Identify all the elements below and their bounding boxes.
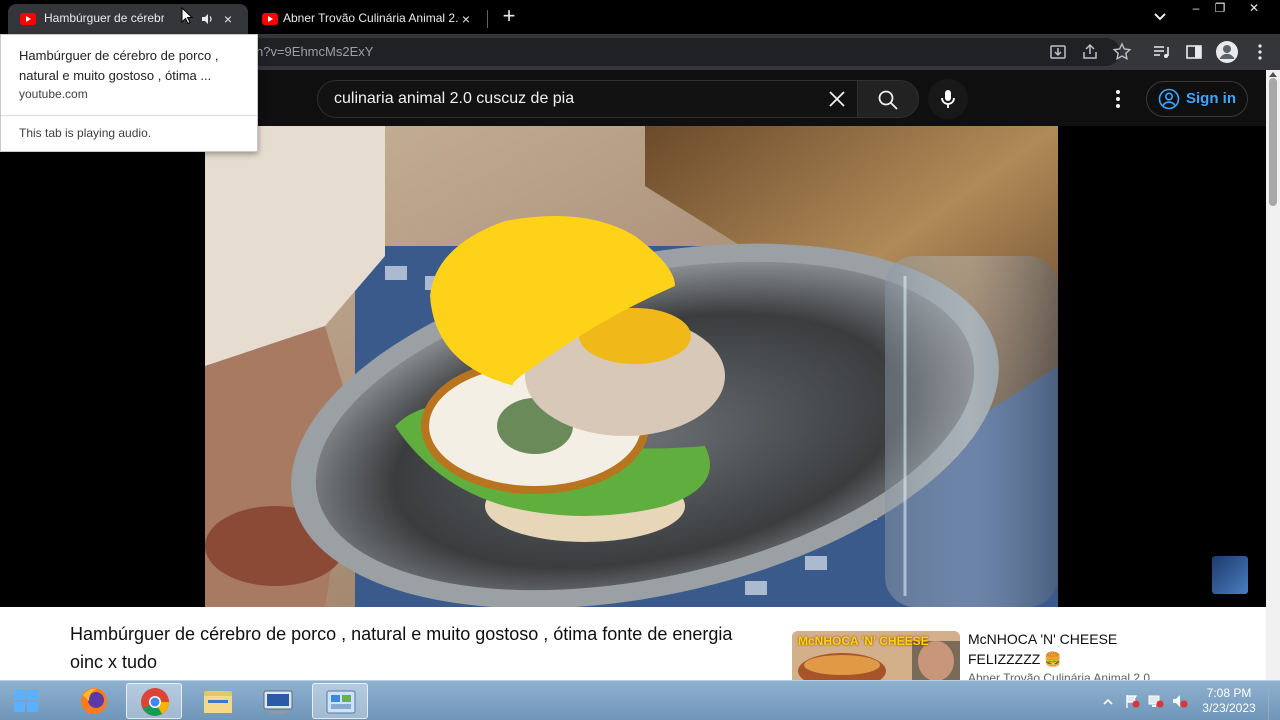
search-input[interactable]: culinaria animal 2.0 cuscuz de pia [317, 80, 857, 118]
network-app-icon[interactable] [250, 683, 306, 719]
mouse-cursor-icon [181, 7, 193, 25]
clear-search-icon[interactable] [825, 87, 849, 111]
search-button[interactable] [857, 80, 919, 118]
new-tab-button[interactable]: + [498, 5, 520, 28]
chevron-down-icon[interactable] [1150, 8, 1170, 26]
start-button-icon[interactable] [6, 685, 46, 717]
profile-avatar-icon[interactable] [1215, 40, 1239, 64]
video-frame-image [205, 126, 1058, 607]
restore-button[interactable]: ❐ [1206, 0, 1234, 18]
search-query-text: culinaria animal 2.0 cuscuz de pia [334, 90, 575, 107]
chrome-menu-icon[interactable] [1250, 42, 1270, 62]
control-panel-icon[interactable] [312, 683, 368, 719]
sign-in-label: Sign in [1186, 90, 1236, 107]
youtube-favicon-icon [262, 13, 278, 25]
search-icon [878, 90, 898, 110]
tab-hover-card: Hambúrguer de cérebro de porco , natural… [0, 34, 258, 152]
clock-time: 7:08 PM [1206, 686, 1252, 700]
close-tab-icon[interactable]: × [220, 11, 236, 27]
install-app-icon[interactable] [1048, 42, 1068, 62]
close-window-button[interactable]: ✕ [1240, 0, 1268, 18]
sign-in-button[interactable]: Sign in [1146, 81, 1248, 117]
video-title: Hambúrguer de cérebro de porco , natural… [70, 624, 733, 672]
scroll-up-arrow-icon[interactable] [1269, 72, 1277, 77]
more-options-icon[interactable] [1106, 87, 1130, 111]
recommended-video-thumbnail[interactable]: McNHOCA 'N' CHEESE [792, 631, 960, 680]
action-center-flag-icon[interactable] [1124, 694, 1140, 708]
watch-metadata: Hambúrguer de cérebro de porco , natural… [0, 607, 1266, 685]
page-scrollbar[interactable] [1266, 70, 1280, 680]
address-bar[interactable]: n?v=9EhmcMs2ExY [200, 38, 1120, 66]
network-status-icon[interactable] [1148, 694, 1164, 708]
bookmark-star-icon[interactable] [1112, 42, 1132, 62]
voice-search-button[interactable] [928, 79, 968, 119]
clock-date: 3/23/2023 [1202, 701, 1256, 715]
microphone-icon [941, 90, 955, 108]
thumbnail-caption: McNHOCA 'N' CHEESE [798, 634, 929, 648]
tab-active[interactable]: Hambúrguer de cérebro de porco , natural… [8, 4, 248, 34]
scrollbar-thumb[interactable] [1269, 78, 1277, 206]
speaker-icon[interactable] [200, 12, 214, 26]
tab-separator [487, 10, 488, 28]
volume-muted-icon[interactable] [1172, 694, 1188, 708]
media-control-icon[interactable] [1151, 42, 1171, 62]
channel-watermark-icon[interactable] [1212, 556, 1248, 594]
taskbar-clock[interactable]: 7:08 PM 3/23/2023 [1196, 686, 1262, 716]
divider [1, 115, 257, 116]
recommended-video-title[interactable]: McNHOCA 'N' CHEESE FELIZZZZZ 🍔 [968, 629, 1148, 669]
tab-label: Hambúrguer de cérebro de porco , natural… [44, 11, 164, 25]
close-tab-icon[interactable]: × [458, 11, 474, 27]
chrome-icon[interactable] [126, 683, 182, 719]
video-frame[interactable] [205, 126, 1058, 607]
tab-strip: Hambúrguer de cérebro de porco , natural… [0, 0, 1280, 34]
show-hidden-icons-icon[interactable] [1100, 694, 1116, 708]
youtube-favicon-icon [20, 13, 36, 25]
tab-label: Abner Trovão Culinária Animal 2.0 [283, 11, 459, 25]
show-desktop-button[interactable] [1268, 681, 1280, 720]
hover-card-audio-status: This tab is playing audio. [19, 126, 152, 140]
side-panel-icon[interactable] [1184, 42, 1204, 62]
tab-inactive[interactable]: Abner Trovão Culinária Animal 2.0 × [250, 4, 486, 34]
url-text: n?v=9EhmcMs2ExY [256, 44, 374, 59]
file-explorer-icon[interactable] [190, 683, 246, 719]
windows-taskbar: 7:08 PM 3/23/2023 [0, 680, 1280, 720]
share-icon[interactable] [1080, 42, 1100, 62]
firefox-icon[interactable] [66, 683, 122, 719]
hover-card-title: Hambúrguer de cérebro de porco , natural… [19, 48, 219, 83]
hover-card-domain: youtube.com [19, 87, 88, 101]
video-player[interactable] [0, 126, 1266, 607]
account-icon [1158, 88, 1180, 110]
